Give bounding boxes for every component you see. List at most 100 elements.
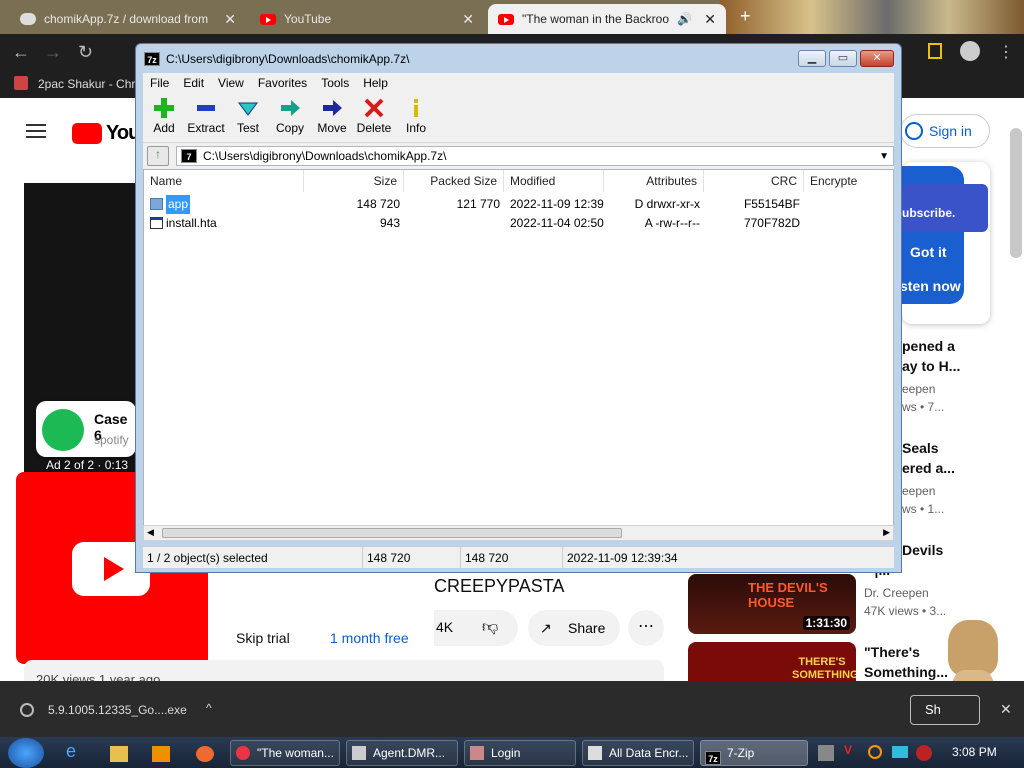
scroll-thumb[interactable] [162,528,622,538]
taskbar-item-login[interactable]: Login [464,740,576,766]
show-all-button[interactable]: Sh [910,695,980,725]
antivirus-tray-icon[interactable]: V [844,743,852,757]
skip-trial-button[interactable]: Skip trial [236,630,290,646]
taskbar-item-7zip[interactable]: 7z 7-Zip [700,740,808,766]
horizontal-scrollbar[interactable]: ◀ ▶ [143,525,894,541]
menu-tools[interactable]: Tools [314,76,356,90]
sidebar-video-title[interactable]: Seals [902,438,939,458]
maximize-button[interactable]: ▭ [829,50,857,67]
speaker-icon[interactable]: 🔊 [677,12,692,26]
menu-favorites[interactable]: Favorites [251,76,314,90]
ie-icon[interactable]: e [66,741,90,765]
scroll-right-icon[interactable]: ▶ [883,527,890,538]
add-button[interactable]: Add [143,97,185,135]
forward-arrow-icon[interactable]: → [44,42,62,63]
column-size[interactable]: Size [304,170,404,192]
more-actions-icon[interactable]: ⋯ [628,610,664,646]
clock[interactable]: 3:08 PM [952,745,997,759]
tray-icon[interactable] [818,745,834,761]
taskbar-item-encryption[interactable]: All Data Encr... [582,740,694,766]
dislike-icon[interactable]: 👎︎ [482,618,498,637]
explorer-icon[interactable] [110,746,128,762]
dropdown-arrow-icon[interactable]: ▼ [879,151,889,162]
column-crc[interactable]: CRC [704,170,804,192]
download-item[interactable]: 5.9.1005.12335_Go....exe [48,703,187,717]
delete-button[interactable]: Delete [353,97,395,135]
share-button[interactable]: ↗ Share [528,610,620,646]
info-button[interactable]: Info [395,97,437,135]
column-attributes[interactable]: Attributes [604,170,704,192]
tab-youtube[interactable]: YouTube ✕ [250,4,484,34]
volume-tray-icon[interactable] [916,745,932,761]
page-scrollbar[interactable] [1010,128,1022,258]
toolbar: Add Extract Test Copy Move Delete Info [143,93,894,143]
month-free-button[interactable]: 1 month free [330,630,409,646]
column-modified[interactable]: Modified [504,170,604,192]
got-it-button[interactable]: Got it [910,244,947,260]
youtube-logo-icon [72,123,102,144]
column-encrypted[interactable]: Encrypte [804,170,893,192]
listen-now-button[interactable]: sten now [900,278,961,294]
sidebar-video-title[interactable]: ay to H... [902,356,960,376]
up-folder-button[interactable]: ↑ [147,146,169,166]
test-button[interactable]: Test [227,97,269,135]
minimize-button[interactable]: ▁ [798,50,826,67]
tab-title: YouTube [284,12,332,26]
taskbar-item-agent[interactable]: Agent.DMR... [346,740,458,766]
menu-view[interactable]: View [211,76,251,90]
sidebar-video-title[interactable]: Devils [902,540,943,560]
extract-button[interactable]: Extract [185,97,227,135]
reload-icon[interactable]: ↻ [78,42,93,63]
start-button[interactable] [8,738,44,768]
table-row[interactable]: app 148 720 121 770 2022-11-09 12:39 D d… [144,195,893,214]
back-arrow-icon[interactable]: ← [12,42,30,63]
address-field[interactable]: 7 C:\Users\digibrony\Downloads\chomikApp… [176,146,894,166]
menu-file[interactable]: File [143,76,176,90]
file-name[interactable]: app [166,195,191,214]
sidebar-video-title[interactable]: Something... [864,662,948,681]
column-packed-size[interactable]: Packed Size [404,170,504,192]
scroll-left-icon[interactable]: ◀ [147,527,154,538]
media-player-icon[interactable] [152,746,170,762]
profile-avatar-icon[interactable] [960,41,980,61]
menu-help[interactable]: Help [356,76,395,90]
column-name[interactable]: Name [144,170,304,192]
sign-in-button[interactable]: Sign in [900,114,990,148]
like-dislike-group[interactable]: 4K 👎︎ [434,610,518,646]
tab-chomik[interactable]: chomikApp.7z / download from ✕ [10,4,246,34]
bookmark-2pac[interactable]: 2pac Shakur - Chro [38,77,142,91]
youtube-icon [260,13,276,25]
sidebar-video-title[interactable]: ered a... [902,458,955,478]
sidebar-thumbnail[interactable]: THERE'S SOMETHING [688,642,856,681]
copy-button[interactable]: Copy [269,97,311,135]
file-name[interactable]: install.hta [166,214,217,233]
app-icon[interactable] [196,746,214,762]
chevron-up-icon[interactable]: ^ [206,701,212,715]
close-shelf-icon[interactable]: ✕ [1000,701,1012,718]
taskbar-item-chrome[interactable]: "The woman... [230,740,340,766]
tab-close-icon[interactable]: ✕ [462,11,474,28]
menu-edit[interactable]: Edit [176,76,211,90]
new-tab-button[interactable]: + [740,6,751,27]
sidebar-thumbnail[interactable]: THE DEVIL'S HOUSE 1:31:30 [688,574,856,634]
tab-active-video[interactable]: "The woman in the Backroo 🔊 ✕ [488,4,726,34]
table-row[interactable]: install.hta 943 2022-11-04 02:50 A -rw-r… [144,214,893,233]
close-button[interactable]: ✕ [860,50,894,67]
video-duration: 1:31:30 [802,616,850,630]
description-box[interactable]: 20K views 1 year ago [24,660,664,681]
network-tray-icon[interactable] [892,746,908,758]
search-tray-icon[interactable] [868,745,882,759]
sidebar-video-title[interactable]: "There's [864,642,920,662]
menu-kebab-icon[interactable]: ⋮ [998,42,1014,62]
hamburger-menu-icon[interactable] [26,124,46,138]
downloads-shelf: 5.9.1005.12335_Go....exe ^ Sh ✕ [0,681,1024,737]
extension-icon[interactable] [928,43,942,59]
sidebar-channel: Dr. Creepen [864,586,929,600]
ad-card[interactable]: Case 6 spotify [36,401,136,457]
tab-close-icon[interactable]: ✕ [704,11,716,28]
tab-close-icon[interactable]: ✕ [224,11,236,28]
move-button[interactable]: Move [311,97,353,135]
spotify-icon [42,409,84,451]
sidebar-video-title[interactable]: pened a [902,336,955,356]
window-icon [352,746,366,760]
